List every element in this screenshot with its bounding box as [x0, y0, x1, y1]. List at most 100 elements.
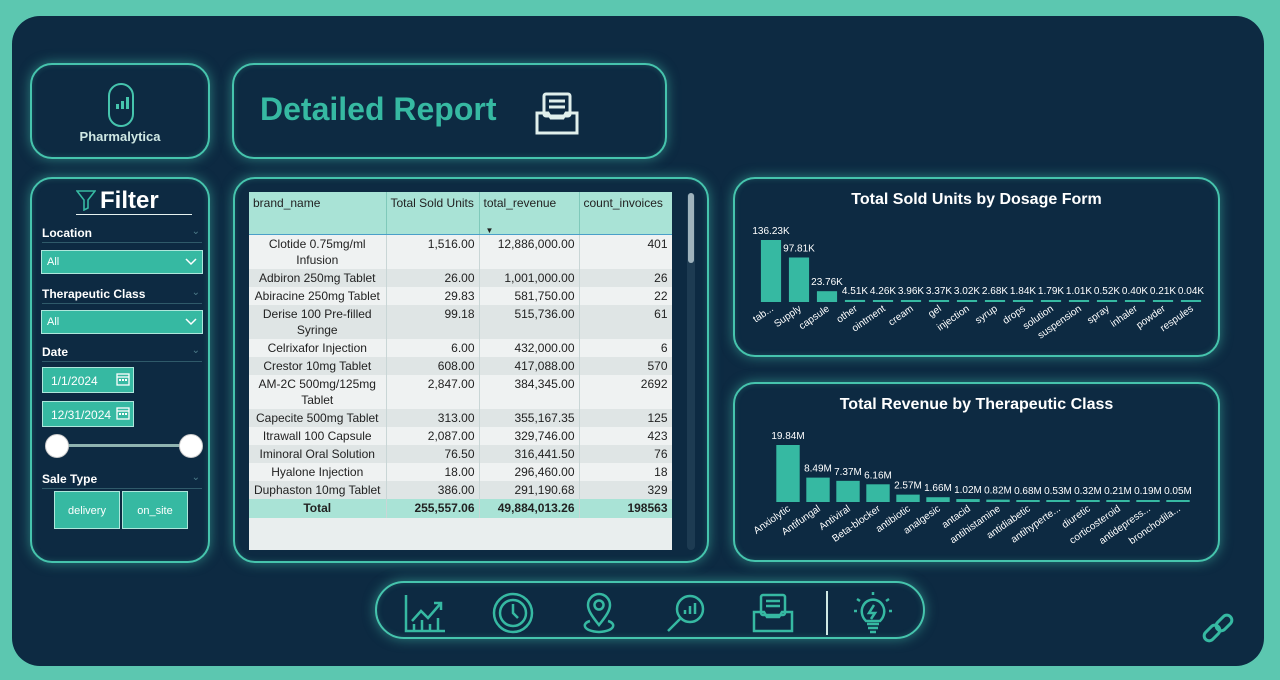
table-row[interactable]: Duphaston 10mg Tablet 386.00 291,190.68 329 [249, 480, 672, 499]
table-cell: 384,345.00 [479, 374, 580, 409]
data-label: 7.37M [834, 467, 862, 478]
column-header-total-sold-units[interactable]: Total Sold Units [386, 192, 480, 235]
funnel-icon [76, 190, 96, 211]
table-row[interactable]: Iminoral Oral Solution 76.50 316,441.50 76 [249, 444, 672, 463]
sort-descending-icon[interactable]: ▼ [486, 226, 494, 235]
table-cell: 355,167.35 [479, 408, 580, 427]
lightbulb-icon[interactable] [851, 591, 895, 635]
date-slider-end-handle[interactable] [179, 434, 203, 458]
table-row[interactable]: Crestor 10mg Tablet 608.00 417,088.00 570 [249, 356, 672, 375]
chart-bar[interactable] [986, 499, 1010, 502]
chart-bar[interactable] [788, 257, 810, 302]
sold-units-by-dosage-chart: 136.23Ktab...97.81KSupply23.76Kcapsule4.… [751, 226, 1204, 341]
table-row[interactable]: Abiracine 250mg Tablet 29.83 581,750.00 22 [249, 286, 672, 305]
date-slider-start-handle[interactable] [45, 434, 69, 458]
data-label: 2.68K [982, 286, 1008, 297]
table-scrollbar-thumb[interactable] [688, 193, 694, 263]
chart-bar[interactable] [1046, 500, 1070, 502]
data-label: 4.51K [842, 286, 868, 297]
data-label: 0.19M [1134, 486, 1162, 497]
location-dropdown[interactable]: All [41, 250, 203, 274]
therapeutic-class-label: Therapeutic Class ⌄ [42, 287, 202, 304]
chart-bar[interactable] [866, 484, 890, 502]
table-row[interactable]: Derise 100 Pre-filled Syringe 99.18 515,73… [249, 304, 672, 339]
sale-type-label: Sale Type ⌄ [42, 472, 202, 489]
chart-bar[interactable] [1096, 300, 1118, 302]
chart-bar[interactable] [956, 300, 978, 302]
chart-bar[interactable] [1124, 300, 1146, 302]
start-date-input[interactable]: 1/1/2024 [42, 367, 134, 393]
table-cell: 12,886,000.00 [479, 234, 580, 269]
column-header-total-revenue[interactable]: total_revenue ▼ [479, 192, 580, 235]
data-label: 2.57M [894, 481, 922, 492]
report-folder-icon[interactable] [751, 591, 795, 635]
chart-bar[interactable] [872, 300, 894, 302]
table-cell: 316,441.50 [479, 444, 580, 463]
table-row[interactable]: Adbiron 250mg Tablet 26.00 1,001,000.00 26 [249, 268, 672, 287]
table-row[interactable]: Celrixafor Injection 6.00 432,000.00 6 [249, 338, 672, 357]
link-icon[interactable] [1200, 612, 1236, 646]
x-tick-label: syrup [973, 303, 1000, 326]
chart-bar[interactable] [1136, 500, 1160, 502]
table-cell: 6 [579, 338, 672, 357]
sale-type-delivery-button[interactable]: delivery [54, 491, 120, 529]
chart-bar[interactable] [776, 445, 800, 502]
chart-bar[interactable] [1012, 300, 1034, 302]
chevron-down-icon [185, 258, 197, 266]
table-row[interactable]: Clotide 0.75mg/ml Infusion 1,516.00 12,886… [249, 234, 672, 269]
table-row[interactable]: Capecite 500mg Tablet 313.00 355,167.35 125 [249, 408, 672, 427]
chart-bar[interactable] [1076, 500, 1100, 502]
search-analytics-icon[interactable] [664, 591, 708, 635]
data-label: 0.68M [1014, 486, 1042, 497]
x-tick-label: gel [926, 303, 943, 320]
chart-bar[interactable] [806, 477, 830, 502]
chart-bar[interactable] [760, 240, 782, 302]
table-cell: 125 [579, 408, 672, 427]
chart-bar[interactable] [816, 291, 838, 302]
therapeutic-class-dropdown[interactable]: All [41, 310, 203, 334]
logo-card[interactable]: Pharmalytica [30, 63, 210, 159]
chart-bar[interactable] [1068, 300, 1090, 302]
table-row[interactable]: AM-2C 500mg/125mg Tablet 2,847.00 384,345.… [249, 374, 672, 409]
table-cell: 313.00 [386, 408, 480, 427]
chart-bar[interactable] [926, 497, 950, 502]
chart-bar[interactable] [928, 300, 950, 302]
detail-table[interactable]: brand_name Total Sold Units total_revenu… [249, 192, 672, 550]
chart-bar[interactable] [1016, 500, 1040, 502]
chart-bar[interactable] [1166, 500, 1190, 502]
chart-bar[interactable] [1040, 300, 1062, 302]
end-date-input[interactable]: 12/31/2024 [42, 401, 134, 427]
chart-bar[interactable] [896, 494, 920, 502]
chart-bar[interactable] [984, 300, 1006, 302]
chart-bar[interactable] [836, 480, 860, 502]
table-cell: Capecite 500mg Tablet [249, 408, 387, 427]
table-cell: Iminoral Oral Solution [249, 444, 387, 463]
table-cell: 26 [579, 268, 672, 287]
detail-table-card: brand_name Total Sold Units total_revenu… [233, 177, 709, 563]
chart-bar[interactable] [1152, 300, 1174, 302]
revenue-chart-card: Total Revenue by Therapeutic Class 19.84… [733, 382, 1220, 562]
calendar-icon[interactable] [116, 406, 130, 420]
clock-icon[interactable] [491, 591, 535, 635]
table-row[interactable]: Itrawall 100 Capsule 2,087.00 329,746.00 42… [249, 426, 672, 445]
chart-bar[interactable] [1106, 500, 1130, 502]
table-row[interactable]: Hyalone Injection 18.00 296,460.00 18 [249, 462, 672, 481]
chart-bar[interactable] [900, 300, 922, 302]
sale-type-on-site-button[interactable]: on_site [122, 491, 188, 529]
table-cell: 22 [579, 286, 672, 305]
table-cell: 1,516.00 [386, 234, 480, 269]
date-slider-track[interactable] [56, 444, 192, 447]
data-label: 6.16M [864, 470, 892, 481]
table-cell: 99.18 [386, 304, 480, 339]
column-header-count-invoices[interactable]: count_invoices [579, 192, 672, 235]
chart-bar[interactable] [844, 299, 866, 302]
growth-chart-icon[interactable] [403, 591, 447, 635]
column-header-brand-name[interactable]: brand_name [249, 192, 387, 235]
x-tick-label: injection [935, 303, 971, 333]
chart-bar[interactable] [956, 499, 980, 502]
table-cell: 417,088.00 [479, 356, 580, 375]
location-pin-icon[interactable] [577, 591, 621, 635]
chart-bar[interactable] [1180, 300, 1202, 302]
calendar-icon[interactable] [116, 372, 130, 386]
title-card: Detailed Report [232, 63, 667, 159]
